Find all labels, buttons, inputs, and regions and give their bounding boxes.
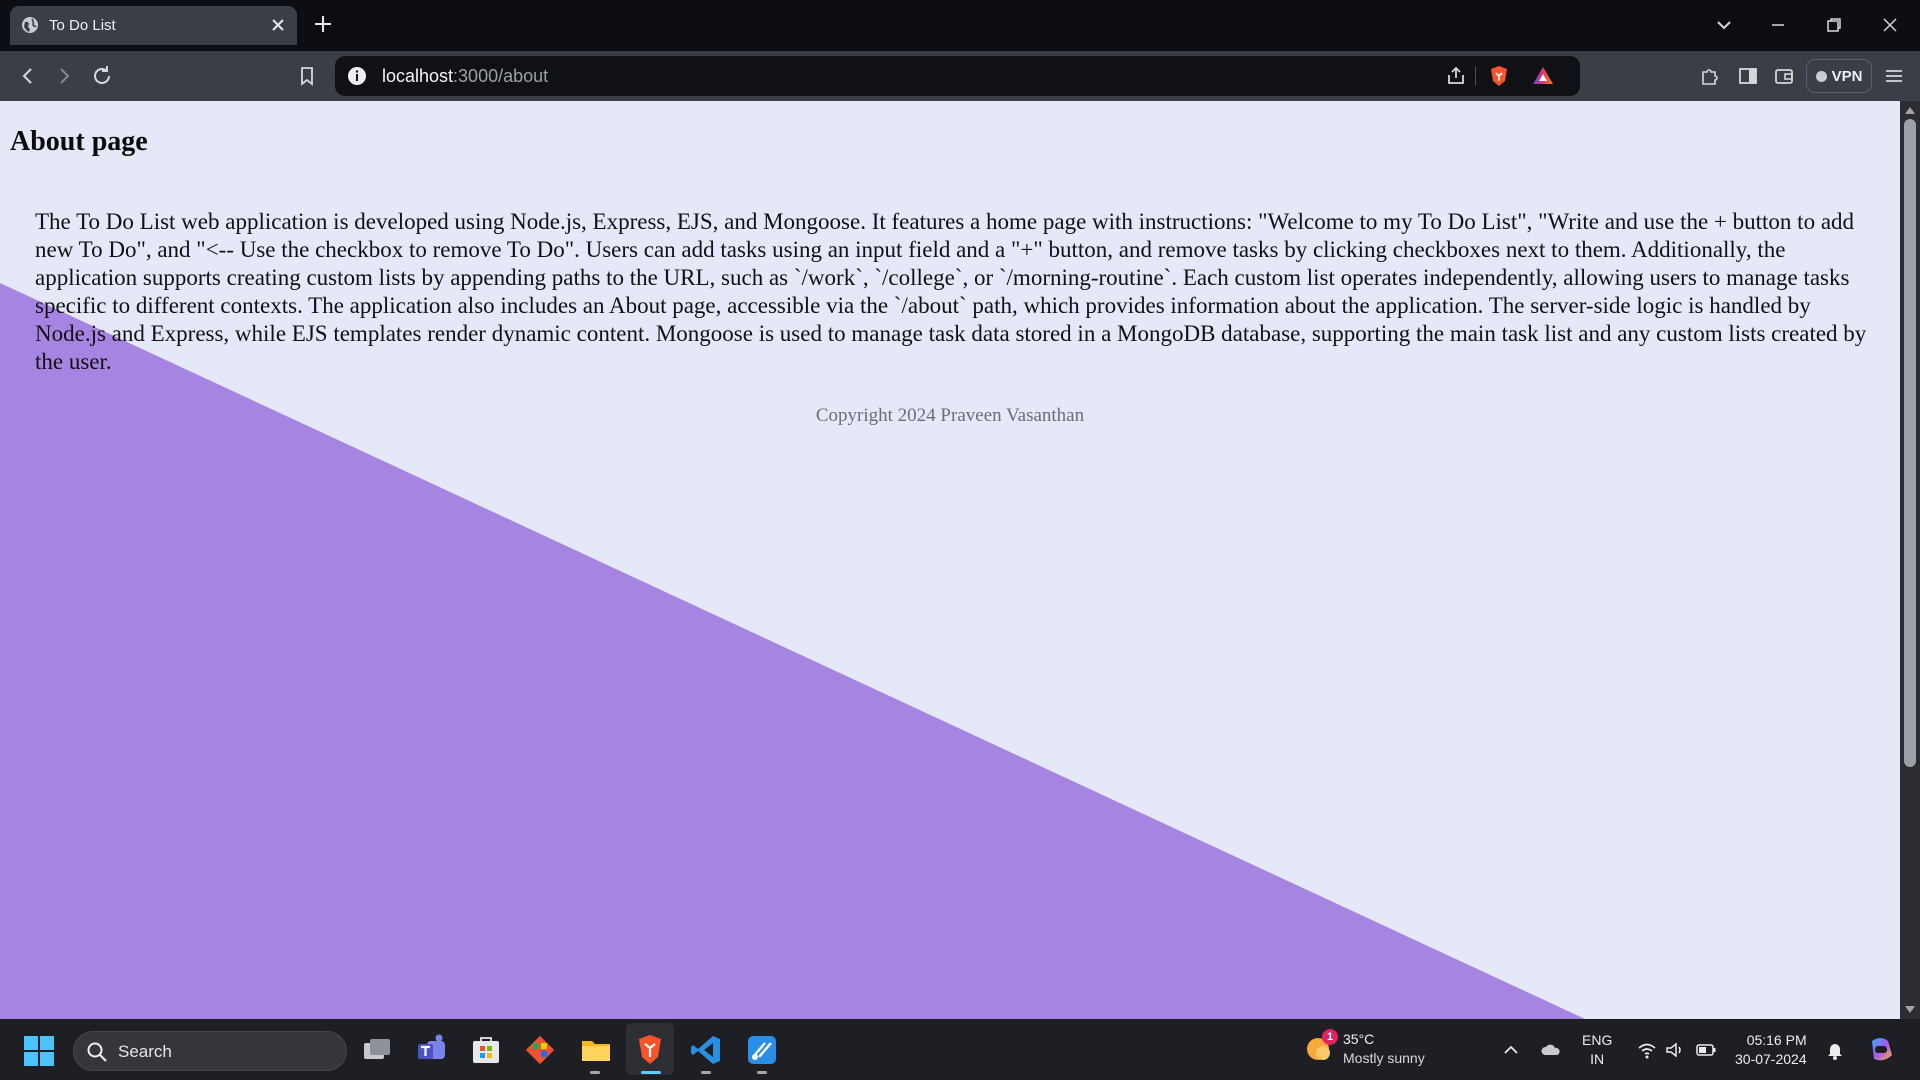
system-clock[interactable]: 05:16 PM 30-07-2024 — [1735, 1031, 1807, 1069]
clock-date: 30-07-2024 — [1735, 1051, 1807, 1067]
url-divider — [1475, 66, 1476, 86]
weather-notification-badge: 1 — [1322, 1029, 1338, 1045]
globe-icon — [22, 17, 38, 33]
sidebar-toggle-icon[interactable] — [1736, 64, 1760, 88]
url-path: :3000/about — [453, 66, 549, 86]
brave-rewards-icon[interactable] — [1531, 64, 1555, 88]
teams-icon[interactable] — [415, 1033, 449, 1067]
restore-icon[interactable] — [1822, 13, 1846, 37]
wifi-icon[interactable] — [1636, 1039, 1658, 1061]
footer-copyright: Copyright 2024 Praveen Vasanthan — [815, 405, 1085, 426]
new-tab-plus-icon[interactable] — [312, 13, 334, 35]
volume-icon[interactable] — [1664, 1039, 1686, 1061]
microsoft-store-icon[interactable] — [469, 1033, 503, 1067]
browser-tab-strip: To Do List — [0, 0, 1920, 51]
file-explorer-running-indicator — [590, 1071, 600, 1074]
brave-browser-icon[interactable] — [633, 1033, 667, 1067]
snipping-tool-icon[interactable] — [745, 1033, 779, 1067]
about-description: The To Do List web application is develo… — [35, 209, 1867, 374]
weather-widget[interactable]: 1 35°C Mostly sunny — [1305, 1029, 1445, 1071]
vertical-scrollbar[interactable] — [1900, 101, 1920, 1019]
vpn-button[interactable]: VPN — [1806, 59, 1872, 93]
address-bar[interactable]: localhost:3000/about — [335, 56, 1580, 96]
close-icon[interactable] — [268, 15, 288, 35]
reload-icon[interactable] — [90, 64, 114, 88]
url-text: localhost:3000/about — [382, 66, 548, 87]
window-close-icon[interactable] — [1878, 13, 1902, 37]
chevron-up-icon[interactable] — [1500, 1039, 1522, 1061]
windows-taskbar: Search 1 35°C Mostly sunny ENG IN 05:16 … — [0, 1019, 1920, 1080]
menu-hamburger-icon[interactable] — [1882, 64, 1906, 88]
search-icon — [87, 1042, 107, 1062]
browser-tab[interactable]: To Do List — [10, 6, 297, 45]
brave-shields-icon[interactable] — [1487, 64, 1511, 88]
clock-time: 05:16 PM — [1746, 1032, 1807, 1048]
git-icon[interactable] — [523, 1033, 557, 1067]
weather-temperature: 35°C — [1343, 1031, 1375, 1047]
notification-bell-icon[interactable] — [1824, 1039, 1846, 1061]
copilot-icon[interactable] — [1866, 1035, 1896, 1065]
weather-condition: Mostly sunny — [1343, 1050, 1425, 1066]
site-info-icon[interactable] — [347, 66, 367, 86]
vpn-label: VPN — [1831, 67, 1863, 85]
vs-code-icon[interactable] — [689, 1033, 723, 1067]
forward-arrow-icon[interactable] — [52, 64, 76, 88]
extensions-puzzle-icon[interactable] — [1698, 64, 1722, 88]
tab-search-chevron-icon[interactable] — [1712, 13, 1736, 37]
file-explorer-icon[interactable] — [579, 1033, 613, 1067]
scrollbar-thumb[interactable] — [1904, 119, 1916, 767]
scroll-up-arrow-icon[interactable] — [1905, 106, 1915, 114]
brave-active-indicator — [641, 1071, 661, 1074]
page-title: About page — [10, 126, 148, 157]
vs-code-running-indicator — [701, 1071, 711, 1074]
scroll-down-arrow-icon[interactable] — [1905, 1006, 1915, 1014]
windows-start-icon[interactable] — [23, 1035, 55, 1067]
vpn-status-icon — [1815, 70, 1827, 82]
onedrive-cloud-icon[interactable] — [1540, 1039, 1562, 1061]
bookmark-icon[interactable] — [295, 64, 319, 88]
battery-icon[interactable] — [1695, 1039, 1717, 1061]
url-host: localhost — [382, 66, 454, 86]
snipping-tool-running-indicator — [757, 1071, 767, 1074]
back-arrow-icon[interactable] — [16, 64, 40, 88]
language-code: ENG — [1582, 1032, 1613, 1048]
wallet-icon[interactable] — [1772, 64, 1796, 88]
language-region: IN — [1590, 1051, 1605, 1067]
share-icon[interactable] — [1444, 64, 1468, 88]
language-indicator[interactable]: ENG IN — [1582, 1031, 1612, 1069]
page-viewport: About page The To Do List web applicatio… — [0, 101, 1900, 1019]
task-view-icon[interactable] — [360, 1033, 394, 1067]
browser-toolbar: localhost:3000/about VPN — [0, 51, 1920, 101]
search-placeholder: Search — [118, 1042, 172, 1061]
minimize-icon[interactable] — [1766, 13, 1790, 37]
taskbar-search-box[interactable]: Search — [73, 1031, 347, 1071]
tab-title: To Do List — [49, 17, 116, 34]
